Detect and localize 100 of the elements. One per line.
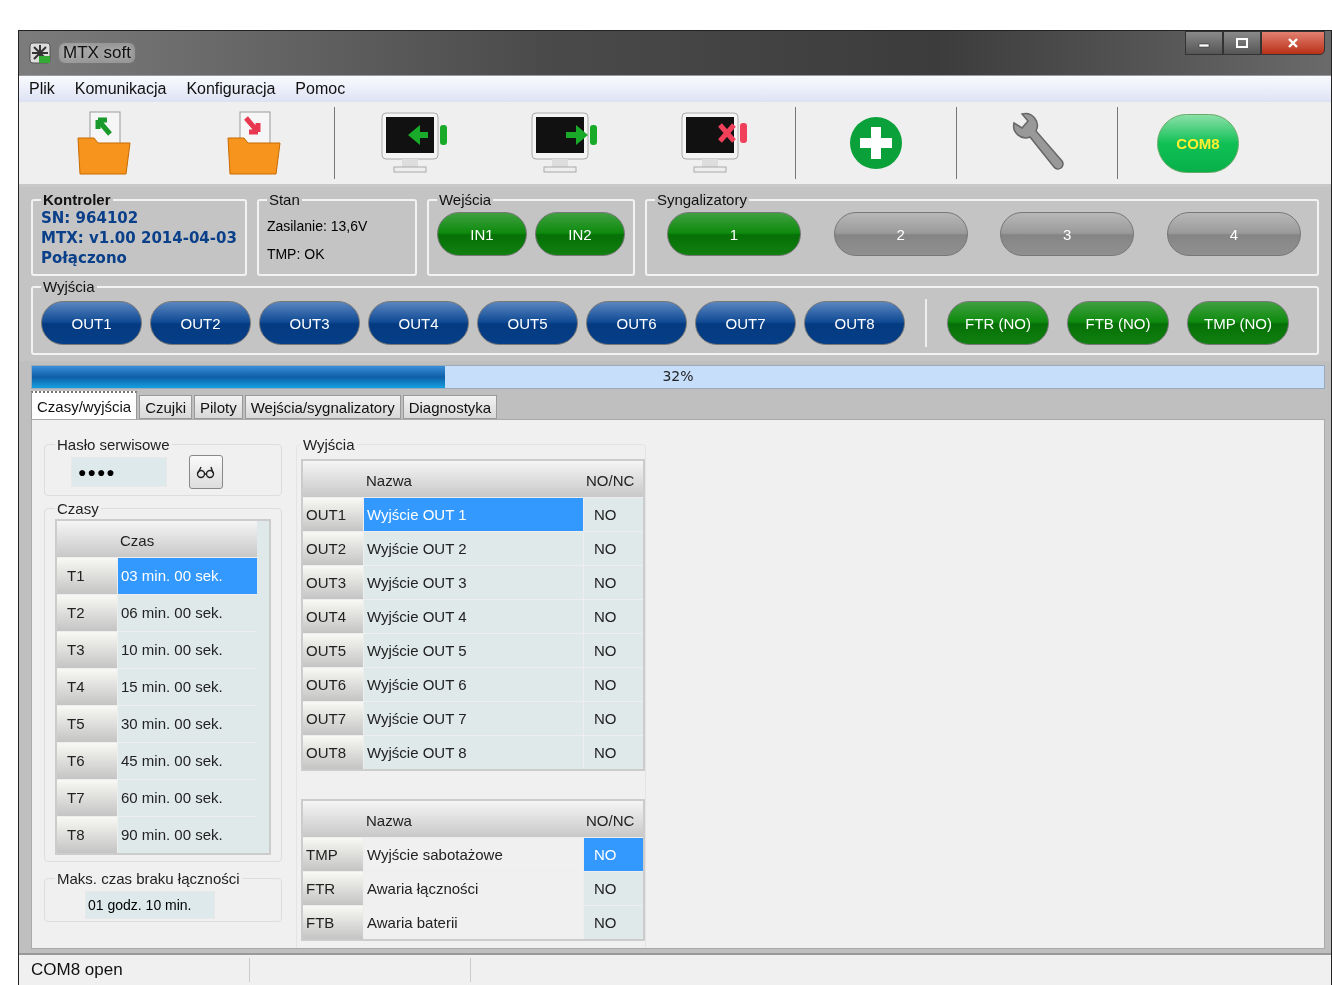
group-title: Syngalizatory (655, 191, 748, 208)
minimize-button[interactable] (1185, 31, 1223, 55)
row-header: OUT1 (303, 497, 363, 531)
status-text: COM8 open (30, 960, 124, 980)
tab[interactable]: Wejścia/sygnalizatory (244, 395, 401, 419)
column-header: Nazwa (363, 801, 583, 837)
signaler-button[interactable]: 1 (666, 212, 801, 256)
group-title: Maks. czas braku łączności (56, 870, 241, 887)
row-header: FTB (303, 905, 363, 939)
show-password-button[interactable] (189, 455, 223, 489)
monitor-arrow-icon (380, 111, 450, 175)
close-icon (1287, 38, 1299, 48)
table-cell[interactable]: NO (583, 871, 643, 905)
menu-item[interactable]: Konfiguracja (176, 80, 286, 98)
row-header: OUT2 (303, 531, 363, 565)
plus-icon (848, 115, 904, 171)
table-cell[interactable]: 10 min. 00 sek. (117, 631, 257, 668)
table-cell[interactable]: Awaria łączności (363, 871, 583, 905)
output-button[interactable]: OUT6 (586, 301, 687, 345)
output-button[interactable]: OUT5 (477, 301, 578, 345)
group-title: Hasło serwisowe (56, 436, 171, 453)
table-cell[interactable]: NO (583, 497, 643, 531)
output-button[interactable]: OUT8 (804, 301, 905, 345)
fault-button[interactable]: FTB (NO) (1067, 301, 1169, 345)
monitor-x-icon (680, 111, 750, 175)
menu-item[interactable]: Komunikacja (64, 80, 177, 98)
table-cell[interactable]: 45 min. 00 sek. (117, 742, 257, 779)
menu-item[interactable]: Plik (19, 80, 65, 98)
tab[interactable]: Czasy/wyjścia (31, 391, 138, 419)
table-cell[interactable]: Wyjście OUT 8 (363, 735, 583, 769)
output-button[interactable]: OUT4 (368, 301, 469, 345)
fault-button[interactable]: TMP (NO) (1187, 301, 1289, 345)
table-cell[interactable]: 90 min. 00 sek. (117, 816, 257, 853)
row-header: FTR (303, 871, 363, 905)
table-cell[interactable]: Wyjście OUT 4 (363, 599, 583, 633)
input-button[interactable]: IN2 (534, 212, 625, 256)
password-field[interactable]: ●●●● (71, 457, 167, 487)
close-button[interactable] (1261, 31, 1325, 55)
table-cell[interactable]: 30 min. 00 sek. (117, 705, 257, 742)
output-button[interactable]: OUT2 (150, 301, 251, 345)
folder-arrow-icon (74, 110, 134, 176)
signaler-button[interactable]: 4 (1166, 212, 1301, 256)
tab[interactable]: Czujki (139, 395, 193, 419)
table-cell[interactable]: NO (583, 701, 643, 735)
table-cell[interactable]: NO (583, 735, 643, 769)
column-header: Nazwa (363, 461, 583, 497)
group-title: Kontroler (42, 191, 112, 208)
row-header: OUT8 (303, 735, 363, 769)
group-title: Wyjścia (302, 436, 356, 453)
row-header: T8 (57, 816, 117, 853)
table-cell[interactable]: Awaria baterii (363, 905, 583, 939)
header-cell (57, 521, 117, 557)
group-title: Stan (267, 191, 301, 208)
tab[interactable]: Diagnostyka (402, 395, 498, 419)
signaler-button[interactable]: 2 (833, 212, 968, 256)
controller-info: SN: 964102 (41, 208, 140, 228)
table-cell[interactable]: Wyjście OUT 2 (363, 531, 583, 565)
table-cell[interactable]: NO (583, 531, 643, 565)
menu-item[interactable]: Pomoc (285, 80, 356, 98)
table-cell[interactable]: NO (583, 667, 643, 701)
row-header: OUT3 (303, 565, 363, 599)
table-cell[interactable]: Wyjście OUT 7 (363, 701, 583, 735)
input-button[interactable]: IN1 (436, 212, 527, 256)
row-header: OUT6 (303, 667, 363, 701)
row-header: T3 (57, 631, 117, 668)
table-cell[interactable]: NO (583, 565, 643, 599)
header-cell (303, 801, 363, 837)
row-header: T5 (57, 705, 117, 742)
column-header: NO/NC (583, 801, 643, 837)
status-text: Zasilanie: 13,6V (266, 217, 369, 236)
tab[interactable]: Piloty (194, 395, 243, 419)
table-cell[interactable]: Wyjście sabotażowe (363, 837, 583, 871)
group-title: Czasy (56, 500, 100, 517)
output-button[interactable]: OUT3 (259, 301, 360, 345)
time-field[interactable]: 01 godz. 10 min. (85, 891, 215, 919)
folder-arrow-icon (224, 110, 284, 176)
controller-info: MTX: v1.00 2014-04-03 (41, 228, 237, 248)
table-cell[interactable]: NO (583, 633, 643, 667)
table-cell[interactable]: 15 min. 00 sek. (117, 668, 257, 705)
row-header: OUT4 (303, 599, 363, 633)
column-header: NO/NC (583, 461, 643, 497)
row-header: T7 (57, 779, 117, 816)
row-header: OUT7 (303, 701, 363, 735)
table-cell[interactable]: 06 min. 00 sek. (117, 594, 257, 631)
table-cell[interactable]: NO (583, 599, 643, 633)
output-button[interactable]: OUT1 (41, 301, 142, 345)
fault-button[interactable]: FTR (NO) (947, 301, 1049, 345)
table-cell[interactable]: 60 min. 00 sek. (117, 779, 257, 816)
maximize-icon (1236, 38, 1248, 48)
table-cell[interactable]: NO (583, 905, 643, 939)
controller-info: Połączono (41, 248, 128, 268)
table-cell[interactable]: Wyjście OUT 6 (363, 667, 583, 701)
table-cell[interactable]: Wyjście OUT 5 (363, 633, 583, 667)
column-header: Czas (117, 521, 257, 557)
progress-reading: 32% (661, 368, 695, 384)
signaler-button[interactable]: 3 (1000, 212, 1135, 256)
output-button[interactable]: OUT7 (695, 301, 796, 345)
table-cell[interactable]: Wyjście OUT 3 (363, 565, 583, 599)
maximize-button[interactable] (1223, 31, 1261, 55)
row-header: T4 (57, 668, 117, 705)
